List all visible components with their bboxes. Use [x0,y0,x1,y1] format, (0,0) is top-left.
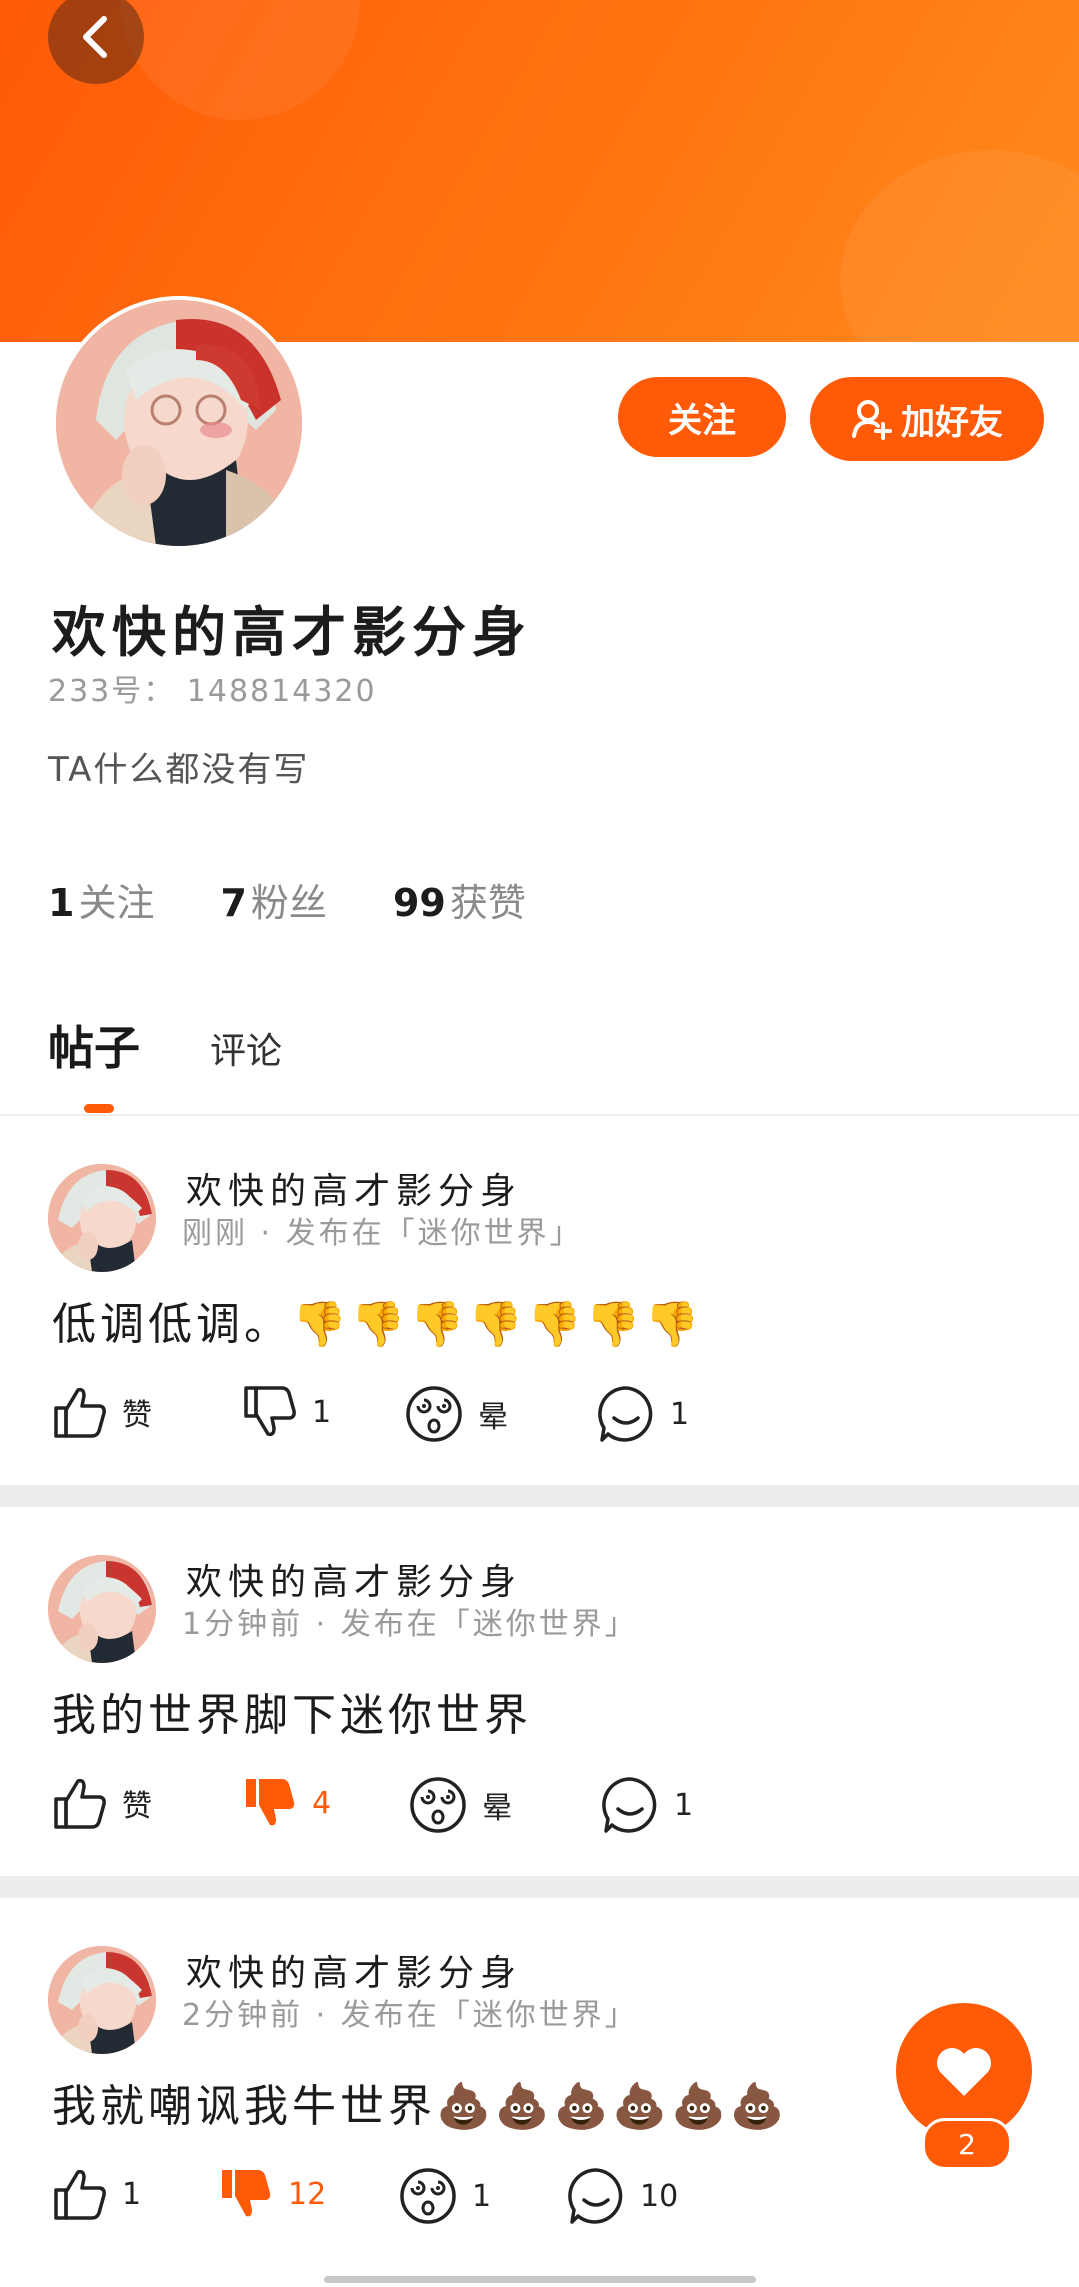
thumbs-down-icon [242,1384,298,1440]
post-author-name[interactable]: 欢快的高才影分身 [186,1944,522,1996]
tab-comments[interactable]: 评论 [210,1022,282,1078]
add-friend-label: 加好友 [901,402,1003,443]
comment-button[interactable]: 1 [596,1384,689,1444]
post-author-name[interactable]: 欢快的高才影分身 [186,1553,522,1605]
thumbs-up-icon [52,1775,108,1831]
comment-icon [600,1775,660,1835]
profile-stats: 1 关注 7 粉丝 99 获赞 [48,872,526,927]
profile-header-banner [0,0,1079,342]
comment-icon [596,1384,656,1444]
dizzy-count: 1 [472,2178,492,2214]
post-actions: 赞 4 晕 1 [52,1775,812,1835]
dizzy-face-icon [398,2166,458,2226]
profile-bio: TA什么都没有写 [48,750,310,790]
thumbs-up-icon [52,2166,108,2222]
avatar-image [56,300,302,546]
heart-icon [937,2048,991,2096]
post-author-avatar[interactable] [48,1164,156,1272]
post-meta: 2分钟前 · 发布在「迷你世界」 [182,1998,638,2033]
post-text[interactable]: 低调低调。👎👎👎👎👎👎👎 [52,1288,704,1352]
dislike-count: 4 [312,1785,332,1821]
post-card-1[interactable]: 欢快的高才影分身 刚刚 · 发布在「迷你世界」 低调低调。👎👎👎👎👎👎👎 赞 1… [0,1116,1079,1485]
dizzy-face-icon [408,1775,468,1835]
dizzy-button[interactable]: 晕 [404,1384,508,1444]
dizzy-face-icon [404,1384,464,1444]
tab-posts[interactable]: 帖子 [48,1012,140,1078]
like-button[interactable]: 赞 [52,1775,152,1831]
thumbs-down-filled-icon [218,2166,274,2222]
active-tab-indicator [84,1104,114,1113]
post-card-2[interactable]: 欢快的高才影分身 1分钟前 · 发布在「迷你世界」 我的世界脚下迷你世界 赞 4… [0,1507,1079,1876]
dislike-count: 12 [288,2176,327,2212]
post-author-avatar[interactable] [48,1555,156,1663]
post-separator [0,1876,1079,1898]
dizzy-button[interactable]: 1 [398,2166,491,2226]
post-text[interactable]: 我的世界脚下迷你世界 [52,1679,532,1743]
stat-likes-count: 99 [392,881,446,925]
post-author-name[interactable]: 欢快的高才影分身 [186,1162,522,1214]
comment-count: 1 [674,1787,694,1823]
stat-following-count: 1 [48,881,75,925]
comment-count: 1 [670,1396,690,1432]
comment-count: 10 [640,2178,679,2214]
add-user-icon [852,400,892,440]
thumbs-down-filled-icon [242,1775,298,1831]
like-count: 1 [122,2176,142,2212]
comment-button[interactable]: 1 [600,1775,693,1835]
dislike-button[interactable]: 1 [242,1384,331,1440]
comment-icon [566,2166,626,2226]
stat-following-label: 关注 [78,881,155,925]
dizzy-button[interactable]: 晕 [408,1775,512,1835]
like-button[interactable]: 1 [52,2166,141,2222]
dizzy-count: 晕 [482,1791,512,1826]
home-indicator[interactable] [324,2276,756,2283]
dislike-button[interactable]: 4 [242,1775,331,1831]
stat-following[interactable]: 1 关注 [48,872,154,927]
post-actions: 赞 1 晕 1 [52,1384,812,1444]
dizzy-count: 晕 [478,1400,508,1435]
add-friend-button[interactable]: 加好友 [810,377,1044,461]
post-meta: 1分钟前 · 发布在「迷你世界」 [182,1607,638,1642]
dislike-button[interactable]: 12 [218,2166,326,2222]
post-author-avatar[interactable] [48,1946,156,2054]
profile-tabs: 帖子 评论 [48,1012,282,1078]
profile-username: 欢快的高才影分身 [52,601,532,664]
profile-avatar[interactable] [52,296,306,550]
floating-like-badge: 2 [922,2118,1012,2170]
profile-uid: 233号： 148814320 [48,674,377,709]
stat-followers[interactable]: 7 粉丝 [220,872,326,927]
like-button[interactable]: 赞 [52,1384,152,1440]
thumbs-up-icon [52,1384,108,1440]
post-separator [0,1485,1079,1507]
stat-followers-label: 粉丝 [250,881,327,925]
stat-likes: 99 获赞 [393,872,526,927]
post-meta: 刚刚 · 发布在「迷你世界」 [182,1216,583,1251]
chevron-left-icon [83,16,107,58]
stat-likes-label: 获赞 [449,881,526,925]
stat-followers-count: 7 [220,881,247,925]
like-count: 赞 [122,1398,152,1433]
post-text[interactable]: 我就嘲讽我牛世界💩💩💩💩💩💩 [52,2070,789,2134]
post-actions: 1 12 1 10 [52,2166,812,2226]
like-count: 赞 [122,1789,152,1824]
comment-button[interactable]: 10 [566,2166,678,2226]
follow-button[interactable]: 关注 [618,377,786,457]
dislike-count: 1 [312,1394,332,1430]
